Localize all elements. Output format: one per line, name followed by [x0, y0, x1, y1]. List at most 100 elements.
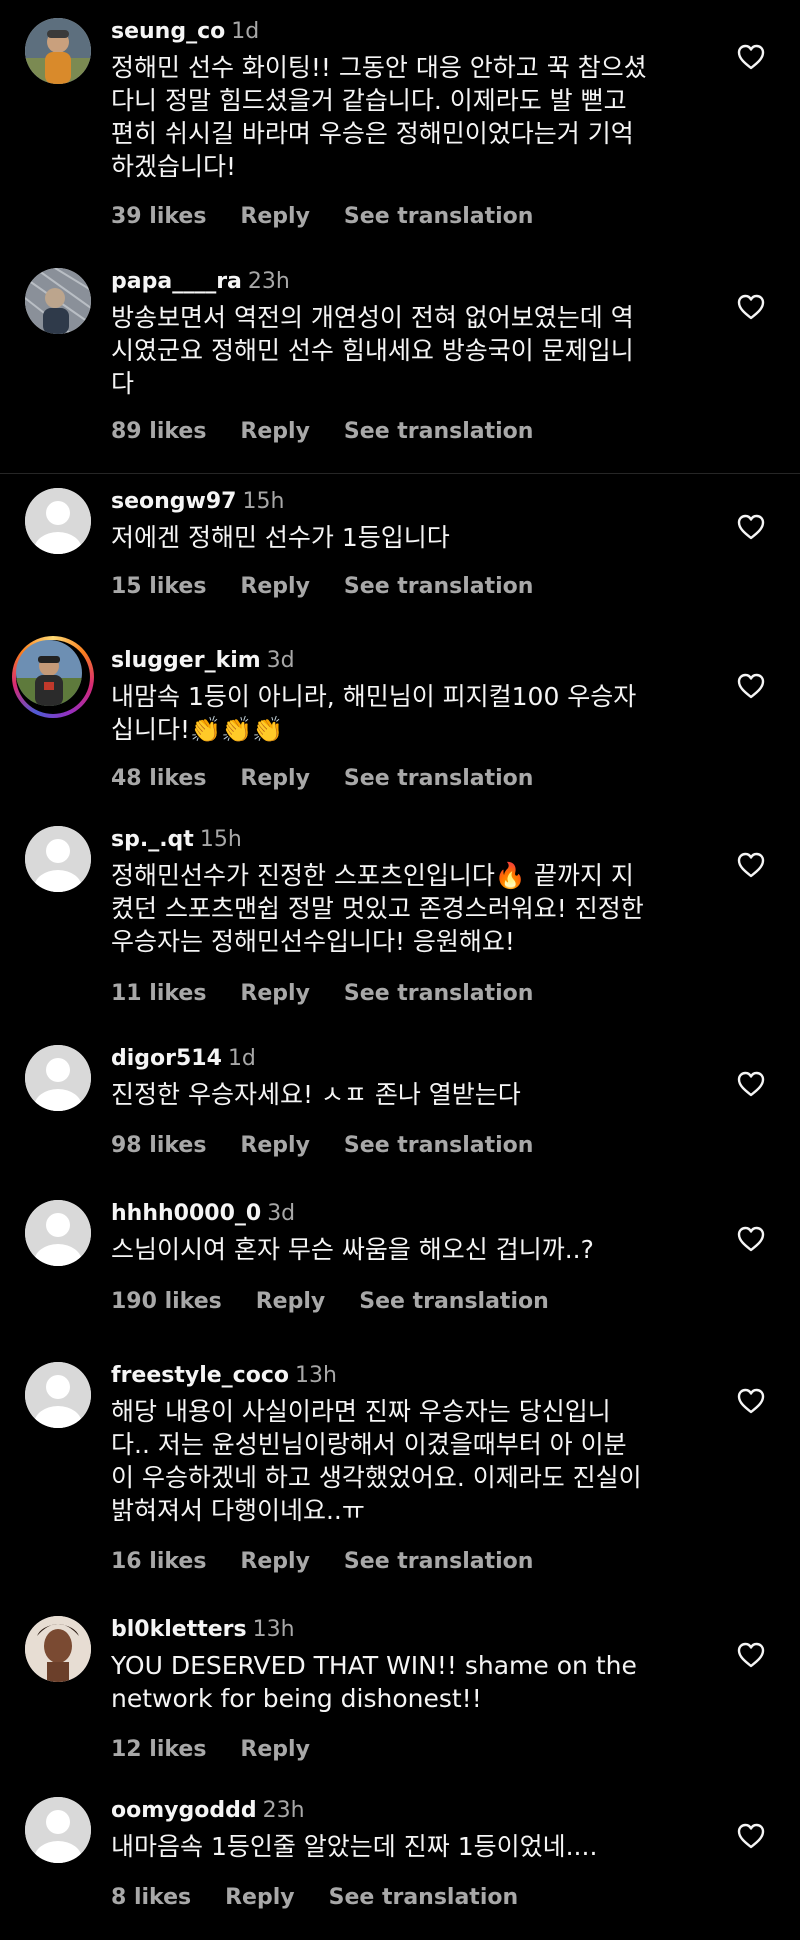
likes-count[interactable]: 190 likes — [111, 1288, 222, 1316]
likes-count[interactable]: 39 likes — [111, 203, 206, 231]
heart-icon[interactable] — [736, 1641, 766, 1669]
reply-button[interactable]: Reply — [240, 980, 310, 1008]
timestamp: 15h — [199, 827, 242, 852]
see-translation-button[interactable]: See translation — [344, 573, 534, 601]
comment-text: YOU DESERVED THAT WIN!! shame on the net… — [111, 1651, 637, 1713]
comment-text: 방송보면서 역전의 개연성이 전혀 없어보였는데 역 시였군요 정해민 선수 힘… — [111, 303, 634, 398]
avatar[interactable] — [25, 1200, 91, 1266]
username[interactable]: hhhh0000_0 — [111, 1201, 261, 1226]
avatar[interactable] — [25, 1616, 91, 1682]
reply-button[interactable]: Reply — [240, 1736, 310, 1764]
comment-text: 스님이시여 혼자 무슨 싸움을 해오신 겁니까..? — [111, 1235, 594, 1264]
comment-text: 진정한 우승자세요! ㅅㅍ 존나 열받는다 — [111, 1080, 521, 1109]
likes-count[interactable]: 15 likes — [111, 573, 206, 601]
avatar[interactable] — [25, 1045, 91, 1111]
username[interactable]: bl0kletters — [111, 1617, 247, 1642]
comment-text: 저에겐 정해민 선수가 1등입니다 — [111, 523, 450, 552]
likes-count[interactable]: 16 likes — [111, 1548, 206, 1576]
avatar[interactable] — [25, 488, 91, 554]
comment-header: slugger_kim 3d — [111, 647, 295, 675]
comment-actions: 15 likes Reply See translation — [111, 573, 533, 601]
heart-icon[interactable] — [736, 1225, 766, 1253]
reply-button[interactable]: Reply — [240, 765, 310, 793]
likes-count[interactable]: 48 likes — [111, 765, 206, 793]
username[interactable]: seongw97 — [111, 489, 236, 514]
username[interactable]: freestyle_coco — [111, 1363, 289, 1388]
comment-actions: 98 likes Reply See translation — [111, 1132, 533, 1160]
see-translation-button[interactable]: See translation — [344, 1132, 534, 1160]
timestamp: 13h — [252, 1617, 295, 1642]
default-avatar-icon — [25, 1045, 91, 1111]
user-photo-icon — [25, 1616, 91, 1682]
likes-count[interactable]: 89 likes — [111, 418, 206, 446]
heart-icon[interactable] — [736, 672, 766, 700]
section-divider — [0, 473, 800, 474]
timestamp: 1d — [227, 1046, 256, 1071]
comment-header: seongw97 15h — [111, 488, 284, 516]
username[interactable]: oomygoddd — [111, 1798, 257, 1823]
avatar[interactable] — [25, 826, 91, 892]
default-avatar-icon — [25, 1797, 91, 1863]
likes-count[interactable]: 8 likes — [111, 1884, 191, 1912]
avatar[interactable] — [25, 268, 91, 334]
reply-button[interactable]: Reply — [225, 1884, 295, 1912]
see-translation-button[interactable]: See translation — [344, 203, 534, 231]
comment-actions: 16 likes Reply See translation — [111, 1548, 533, 1576]
timestamp: 3d — [267, 1201, 296, 1226]
see-translation-button[interactable]: See translation — [344, 418, 534, 446]
avatar[interactable] — [25, 1362, 91, 1428]
timestamp: 3d — [266, 648, 295, 673]
comment-actions: 39 likes Reply See translation — [111, 203, 533, 231]
comment-actions: 8 likes Reply See translation — [111, 1884, 518, 1912]
see-translation-button[interactable]: See translation — [344, 765, 534, 793]
username[interactable]: slugger_kim — [111, 648, 261, 673]
likes-count[interactable]: 12 likes — [111, 1736, 206, 1764]
heart-icon[interactable] — [736, 851, 766, 879]
comment-header: seung_co 1d — [111, 18, 259, 46]
comment-header: oomygoddd 23h — [111, 1797, 305, 1825]
username[interactable]: seung_co — [111, 19, 225, 44]
avatar-with-story-ring[interactable] — [12, 636, 94, 718]
see-translation-button[interactable]: See translation — [329, 1884, 519, 1912]
comment-text: 내맘속 1등이 아니라, 해민님이 피지컬100 우승자 십니다!👏👏👏 — [111, 682, 637, 744]
avatar[interactable] — [25, 18, 91, 84]
timestamp: 13h — [295, 1363, 337, 1388]
user-photo-icon — [16, 640, 82, 706]
comment-actions: 12 likes Reply — [111, 1736, 310, 1764]
default-avatar-icon — [25, 1200, 91, 1266]
see-translation-button[interactable]: See translation — [359, 1288, 549, 1316]
reply-button[interactable]: Reply — [240, 1132, 310, 1160]
avatar[interactable] — [25, 1797, 91, 1863]
see-translation-button[interactable]: See translation — [344, 980, 534, 1008]
comment-actions: 48 likes Reply See translation — [111, 765, 533, 793]
reply-button[interactable]: Reply — [256, 1288, 326, 1316]
timestamp: 15h — [242, 489, 285, 514]
heart-icon[interactable] — [736, 513, 766, 541]
reply-button[interactable]: Reply — [240, 573, 310, 601]
username[interactable]: digor514 — [111, 1046, 222, 1071]
username[interactable]: papa____ra — [111, 269, 242, 294]
heart-icon[interactable] — [736, 43, 766, 71]
heart-icon[interactable] — [736, 293, 766, 321]
comment-header: bl0kletters 13h — [111, 1616, 295, 1644]
heart-icon[interactable] — [736, 1070, 766, 1098]
timestamp: 1d — [231, 19, 260, 44]
default-avatar-icon — [25, 826, 91, 892]
comment-actions: 190 likes Reply See translation — [111, 1288, 549, 1316]
user-photo-icon — [25, 18, 91, 84]
heart-icon[interactable] — [736, 1822, 766, 1850]
comment-header: hhhh0000_0 3d — [111, 1200, 295, 1228]
timestamp: 23h — [262, 1798, 305, 1823]
comment-text: 정해민 선수 화이팅!! 그동안 대응 안하고 꾹 참으셨 다니 정말 힘드셨을… — [111, 53, 647, 181]
comment-actions: 89 likes Reply See translation — [111, 418, 533, 446]
reply-button[interactable]: Reply — [240, 418, 310, 446]
likes-count[interactable]: 98 likes — [111, 1132, 206, 1160]
likes-count[interactable]: 11 likes — [111, 980, 206, 1008]
comment-header: papa____ra 23h — [111, 268, 290, 296]
reply-button[interactable]: Reply — [240, 203, 310, 231]
reply-button[interactable]: Reply — [240, 1548, 310, 1576]
username[interactable]: sp._.qt — [111, 827, 194, 852]
heart-icon[interactable] — [736, 1387, 766, 1415]
see-translation-button[interactable]: See translation — [344, 1548, 534, 1576]
timestamp: 23h — [247, 269, 290, 294]
